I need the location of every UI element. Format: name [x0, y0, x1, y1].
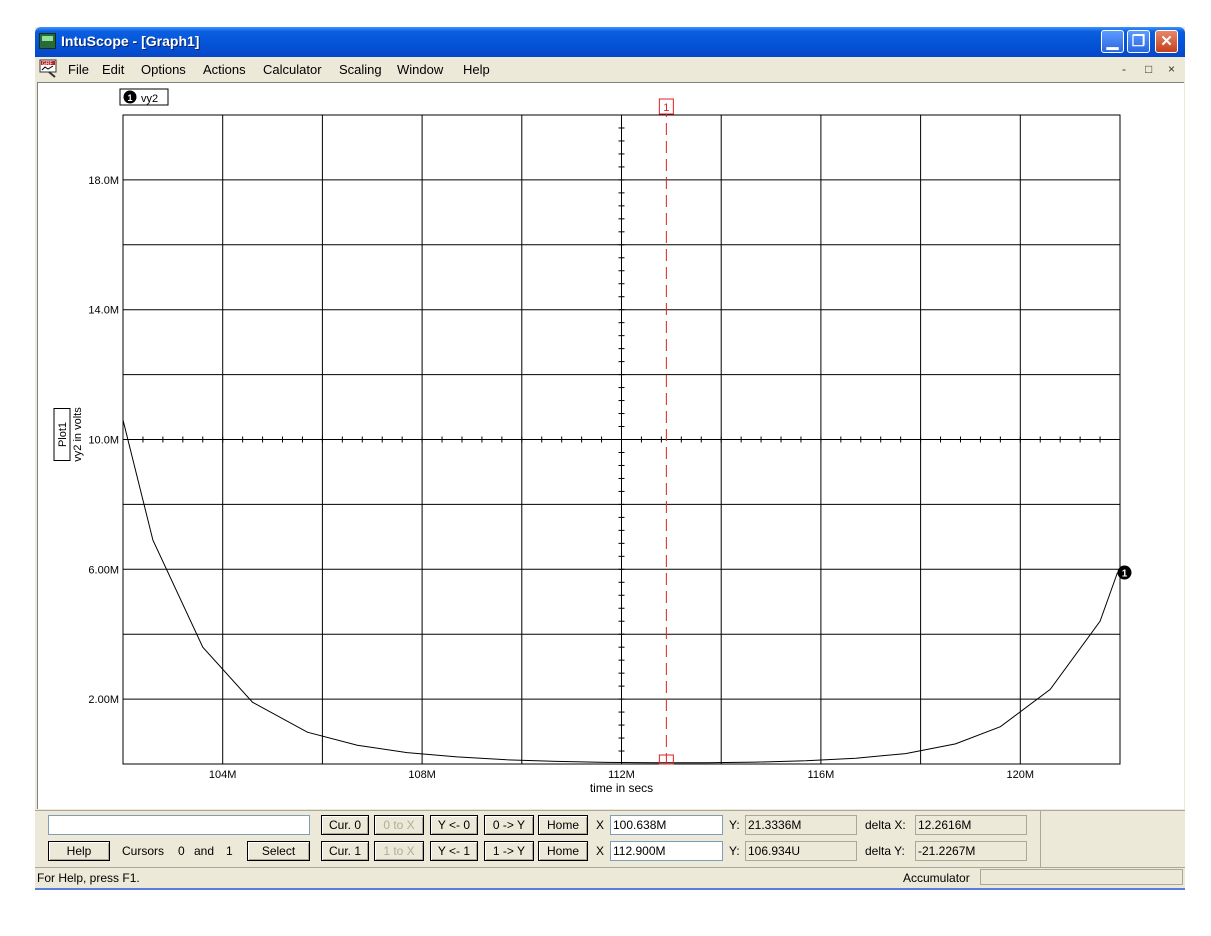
one-to-x-button[interactable]: 1 to X	[374, 841, 424, 861]
y0-label: Y:	[729, 818, 740, 832]
x-tick-label: 120M	[1007, 769, 1035, 781]
y-tick-label: 10.0M	[88, 435, 119, 447]
delta-y-value: -21.2267M	[915, 841, 1027, 861]
delta-x-value: 12.2616M	[915, 815, 1027, 835]
y-tick-labels: 2.00M 6.00M 10.0M 14.0M 18.0M	[88, 175, 119, 706]
graph-area[interactable]: 2.00M 6.00M 10.0M 14.0M 18.0M 104M 108M 112M 11…	[37, 82, 1184, 809]
y1-value: 106.934U	[745, 841, 857, 861]
y-from-0-button[interactable]: Y <- 0	[430, 815, 478, 835]
help-button[interactable]: Help	[48, 841, 110, 861]
y-tick-label: 14.0M	[88, 305, 119, 317]
mdi-close-button[interactable]: ×	[1168, 62, 1175, 76]
select-button[interactable]: Select	[247, 841, 310, 861]
mdi-minimize-button[interactable]: -	[1122, 62, 1126, 76]
menu-window[interactable]: Window	[397, 62, 443, 77]
legend-marker-label: 1	[127, 93, 132, 103]
menu-options[interactable]: Options	[141, 62, 186, 77]
and-label: and	[194, 844, 215, 858]
home-button-1[interactable]: Home	[538, 841, 588, 861]
x-tick-label: 116M	[808, 769, 835, 781]
x-tick-labels: 104M 108M 112M 116M 120M	[209, 769, 1034, 781]
x0-label: X	[596, 818, 605, 832]
title-bar: IntuScope - [Graph1] ▁ ❐ ✕	[35, 27, 1185, 57]
x1-label: X	[596, 844, 605, 858]
cursor-group: 1	[658, 98, 674, 765]
menu-file[interactable]: File	[68, 62, 89, 77]
cursor-a-value[interactable]: 0	[178, 844, 185, 858]
plot-name-label: Plot1	[57, 422, 69, 447]
y-axis-label: vy2 in volts	[72, 407, 84, 462]
home-button-0[interactable]: Home	[538, 815, 588, 835]
intuscope-window: IntuScope - [Graph1] ▁ ❐ ✕ GRF File Edit…	[35, 27, 1185, 890]
restore-button[interactable]: ❐	[1127, 30, 1150, 53]
menu-bar: GRF File Edit Options Actions Calculator…	[35, 57, 1185, 81]
zero-to-x-button[interactable]: 0 to X	[374, 815, 424, 835]
panel-divider	[1040, 811, 1041, 867]
cursors-label: Cursors	[122, 844, 165, 858]
expression-input[interactable]	[48, 815, 310, 835]
cur0-button[interactable]: Cur. 0	[321, 815, 369, 835]
menu-calculator[interactable]: Calculator	[263, 62, 322, 77]
delta-x-label: delta X:	[865, 818, 906, 832]
menu-edit[interactable]: Edit	[102, 62, 124, 77]
y-tick-label: 2.00M	[88, 694, 119, 706]
menu-scaling[interactable]: Scaling	[339, 62, 382, 77]
trace-end-marker-label: 1	[1122, 569, 1128, 580]
status-help-text: For Help, press F1.	[37, 871, 140, 885]
status-accumulator: Accumulator	[903, 871, 970, 885]
zero-to-y-button[interactable]: 0 -> Y	[484, 815, 534, 835]
one-to-y-button[interactable]: 1 -> Y	[484, 841, 534, 861]
menu-help[interactable]: Help	[463, 62, 490, 77]
window-title: IntuScope - [Graph1]	[61, 33, 200, 49]
y-from-1-button[interactable]: Y <- 1	[430, 841, 478, 861]
x-tick-label: 108M	[408, 769, 436, 781]
y1-label: Y:	[729, 844, 740, 858]
graph-document-icon[interactable]: GRF	[39, 59, 58, 78]
mdi-restore-button[interactable]: □	[1145, 62, 1152, 76]
cur1-button[interactable]: Cur. 1	[321, 841, 369, 861]
series-group: 1	[122, 419, 1132, 764]
y-tick-label: 18.0M	[88, 175, 119, 187]
status-bar: For Help, press F1. Accumulator	[35, 867, 1185, 890]
close-button[interactable]: ✕	[1155, 30, 1178, 53]
x-axis-label: time in secs	[590, 781, 653, 795]
x-tick-label: 112M	[608, 769, 635, 781]
x0-input[interactable]: 100.638M	[610, 815, 723, 835]
axis-labels: time in secs Plot1 vy2 in volts	[53, 407, 653, 795]
cursor-control-panel: Help Cursors 0 and 1 Select Cur. 0 Cur. …	[35, 810, 1185, 867]
legend-group: 1 vy2	[119, 88, 169, 106]
svg-text:GRF: GRF	[42, 61, 53, 67]
minimize-button[interactable]: ▁	[1101, 30, 1124, 53]
y0-value: 21.3336M	[745, 815, 857, 835]
x-tick-label: 104M	[209, 769, 237, 781]
legend-label: vy2	[141, 93, 158, 105]
y-tick-label: 6.00M	[88, 564, 119, 576]
delta-y-label: delta Y:	[865, 844, 905, 858]
accumulator-pane	[980, 869, 1183, 885]
app-icon[interactable]	[39, 33, 56, 49]
x1-input[interactable]: 112.900M	[610, 841, 723, 861]
cursor-b-value[interactable]: 1	[226, 844, 233, 858]
cursor-flag-label: 1	[663, 102, 669, 114]
menu-actions[interactable]: Actions	[203, 62, 246, 77]
waveform-chart[interactable]: 2.00M6.00M10.0M14.0M18.0M 104M 108M 112M 11…	[38, 83, 1184, 809]
series-line-vy2	[122, 419, 1118, 764]
